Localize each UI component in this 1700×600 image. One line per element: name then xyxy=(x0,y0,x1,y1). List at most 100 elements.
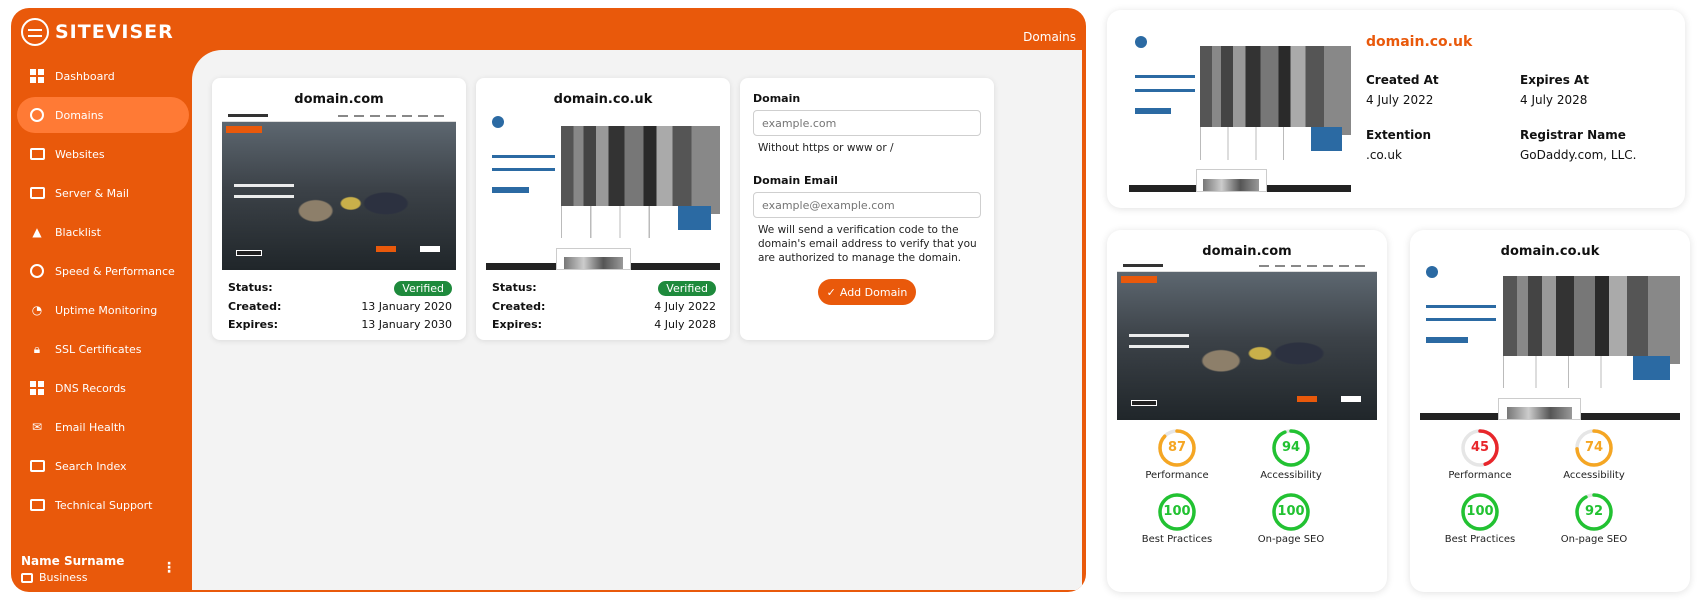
server-icon xyxy=(29,186,45,200)
created-row: Created: 4 July 2022 xyxy=(492,300,716,313)
sidebar-item-ssl[interactable]: 🔒︎ SSL Certificates xyxy=(17,331,189,367)
score-card: domain.com 87 Performance 94 Accessibility 1… xyxy=(1107,230,1387,592)
domain-label: Domain xyxy=(753,92,801,105)
created-date: 13 January 2020 xyxy=(361,300,452,313)
score-card-title: domain.com xyxy=(1202,244,1292,259)
app-window: SITEVISER Domains Dashboard Domains Webs… xyxy=(11,8,1086,592)
score-value: 100 xyxy=(1466,504,1494,519)
domain-card-title: domain.com xyxy=(294,92,384,107)
website-thumbnail xyxy=(1129,30,1351,192)
sidebar-item-support[interactable]: Technical Support xyxy=(17,487,189,523)
user-profile[interactable]: Name Surname Business ⋮ xyxy=(21,554,176,584)
sidebar-item-label: Websites xyxy=(55,147,105,161)
score-label: Best Practices xyxy=(1444,534,1516,545)
score-value: 87 xyxy=(1167,440,1187,455)
domain-card[interactable]: domain.co.uk Status: Verified Created: 4… xyxy=(476,78,730,340)
created-at-value: 4 July 2022 xyxy=(1366,93,1434,107)
sidebar-item-speed[interactable]: Speed & Performance xyxy=(17,253,189,289)
score-card-title: domain.co.uk xyxy=(1500,244,1600,259)
domain-email-input[interactable] xyxy=(753,192,981,218)
score-value: 100 xyxy=(1277,504,1305,519)
score-value: 45 xyxy=(1470,440,1490,455)
score-label: Accessibility xyxy=(1563,470,1625,481)
more-options-icon[interactable]: ⋮ xyxy=(162,560,176,576)
sidebar-item-uptime[interactable]: ◔ Uptime Monitoring xyxy=(17,292,189,328)
status-row: Status: Verified xyxy=(228,281,452,296)
score-gauge: 74 xyxy=(1574,428,1614,468)
created-date: 4 July 2022 xyxy=(654,300,716,313)
registrar-value: GoDaddy.com, LLC. xyxy=(1520,148,1637,162)
warning-icon: ▲ xyxy=(32,225,42,239)
created-row: Created: 13 January 2020 xyxy=(228,300,452,313)
website-thumbnail xyxy=(486,110,720,270)
expires-row: Expires: 13 January 2030 xyxy=(228,318,452,331)
score-label: Performance xyxy=(1448,470,1512,481)
email-help-text: We will send a verification code to the … xyxy=(758,224,977,264)
score-label: On-page SEO xyxy=(1560,534,1628,545)
domain-input[interactable] xyxy=(753,110,981,136)
sidebar-item-dashboard[interactable]: Dashboard xyxy=(17,58,189,94)
dashboard-icon xyxy=(29,69,45,83)
sidebar-item-label: Technical Support xyxy=(55,498,153,512)
score-gauge: 87 xyxy=(1157,428,1197,468)
created-at-label: Created At xyxy=(1366,73,1439,87)
score-value: 74 xyxy=(1584,440,1604,455)
registrar-label: Registrar Name xyxy=(1520,128,1626,142)
sidebar-item-label: DNS Records xyxy=(55,381,126,395)
dns-icon xyxy=(29,381,45,395)
speedometer-icon xyxy=(29,264,45,278)
plan-icon xyxy=(21,572,33,583)
detail-domain-title: domain.co.uk xyxy=(1366,34,1473,50)
plan-label: Business xyxy=(39,571,88,584)
score-value: 92 xyxy=(1584,504,1604,519)
domain-detail-card: domain.co.uk Created At 4 July 2022 Expi… xyxy=(1107,10,1685,208)
score-gauge: 94 xyxy=(1271,428,1311,468)
sidebar-item-label: Email Health xyxy=(55,420,126,434)
score-value: 94 xyxy=(1281,440,1301,455)
email-label: Domain Email xyxy=(753,174,838,187)
sidebar-item-websites[interactable]: Websites xyxy=(17,136,189,172)
add-domain-button[interactable]: ✓ Add Domain xyxy=(818,279,916,305)
logo[interactable]: SITEVISER xyxy=(21,18,174,46)
extension-label: Extention xyxy=(1366,128,1431,142)
sidebar-item-blacklist[interactable]: ▲ Blacklist xyxy=(17,214,189,250)
website-thumbnail xyxy=(222,110,456,270)
sidebar-item-dns[interactable]: DNS Records xyxy=(17,370,189,406)
expires-date: 4 July 2028 xyxy=(654,318,716,331)
sidebar-item-label: Domains xyxy=(55,108,104,122)
email-icon: ✉ xyxy=(31,420,43,434)
domain-card[interactable]: domain.com Status: Verified Created: 13 … xyxy=(212,78,466,340)
sidebar-nav: Dashboard Domains Websites Server & Mail… xyxy=(17,58,189,526)
expires-at-label: Expires At xyxy=(1520,73,1590,87)
sidebar-item-server-mail[interactable]: Server & Mail xyxy=(17,175,189,211)
domain-help-text: Without https or www or / xyxy=(758,142,894,154)
status-badge: Verified xyxy=(658,281,716,296)
sidebar-item-search-index[interactable]: Search Index xyxy=(17,448,189,484)
score-label: Best Practices xyxy=(1141,534,1213,545)
sidebar-item-email-health[interactable]: ✉ Email Health xyxy=(17,409,189,445)
score-label: Accessibility xyxy=(1260,470,1322,481)
main-content: domain.com Status: Verified Created: 13 … xyxy=(192,50,1082,590)
sidebar-item-domains[interactable]: Domains xyxy=(17,97,189,133)
brand-name: SITEVISER xyxy=(55,21,174,43)
expires-row: Expires: 4 July 2028 xyxy=(492,318,716,331)
logo-icon xyxy=(21,18,49,46)
sidebar-item-label: Blacklist xyxy=(55,225,101,239)
user-plan: Business xyxy=(21,571,176,584)
lock-icon: 🔒︎ xyxy=(33,341,41,356)
user-name: Name Surname xyxy=(21,554,125,568)
add-domain-form: Domain Without https or www or / Domain … xyxy=(740,78,994,340)
expires-at-value: 4 July 2028 xyxy=(1520,93,1588,107)
score-card: domain.co.uk 45 Performance 74 Accessibilit… xyxy=(1410,230,1690,592)
website-thumbnail xyxy=(1420,260,1680,420)
extension-value: .co.uk xyxy=(1366,148,1402,162)
score-gauge: 100 xyxy=(1460,492,1500,532)
score-label: Performance xyxy=(1145,470,1209,481)
sidebar-item-label: Server & Mail xyxy=(55,186,129,200)
website-thumbnail xyxy=(1117,260,1377,420)
uptime-icon: ◔ xyxy=(31,303,43,317)
page-title: Domains xyxy=(1023,30,1076,44)
sidebar-item-label: Uptime Monitoring xyxy=(55,303,158,317)
sidebar-item-label: Search Index xyxy=(55,459,127,473)
sidebar-item-label: SSL Certificates xyxy=(55,342,142,356)
